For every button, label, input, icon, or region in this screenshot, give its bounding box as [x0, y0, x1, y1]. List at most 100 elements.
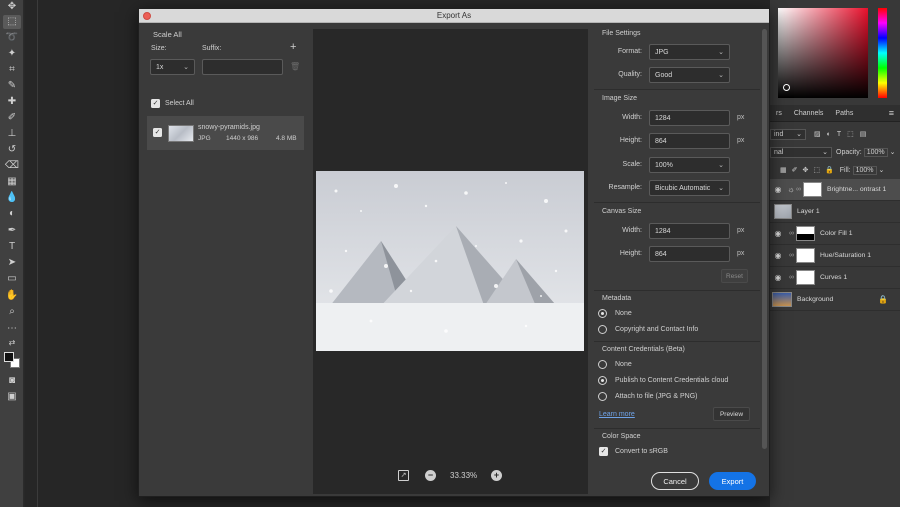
path-selection-tool-icon[interactable]: ➤: [3, 256, 21, 270]
tab-layers[interactable]: rs: [770, 110, 788, 117]
color-picker-field[interactable]: [778, 8, 868, 98]
opacity-value[interactable]: 100%: [863, 147, 888, 157]
credentials-none-radio[interactable]: [598, 360, 607, 369]
chevron-down-icon[interactable]: ⌄: [890, 148, 896, 156]
zoom-out-button[interactable]: −: [425, 470, 436, 481]
layer-row-hue-saturation[interactable]: ◉ ∞ Hue/Saturation 1: [770, 245, 900, 267]
export-button[interactable]: Export: [709, 472, 756, 490]
select-all-checkbox[interactable]: ✓: [151, 99, 160, 108]
fit-to-view-icon[interactable]: ↗: [398, 470, 409, 481]
visibility-eye-icon[interactable]: ◉: [770, 229, 786, 238]
pen-tool-icon[interactable]: ✒: [3, 224, 21, 238]
lock-all-icon[interactable]: 🔒: [825, 166, 834, 174]
lock-move-icon[interactable]: ✥: [803, 166, 809, 174]
crop-tool-icon[interactable]: ⌗: [3, 63, 21, 77]
layer-mask-thumbnail[interactable]: [796, 248, 815, 263]
tab-paths[interactable]: Paths: [829, 110, 859, 117]
eraser-tool-icon[interactable]: ⌫: [3, 159, 21, 173]
dialog-titlebar[interactable]: Export As: [139, 9, 769, 23]
file-checkbox[interactable]: ✓: [153, 128, 162, 137]
cancel-button[interactable]: Cancel: [651, 472, 699, 490]
more-tools-icon[interactable]: ⋯: [3, 322, 21, 336]
canvas-width-input[interactable]: 1284: [649, 223, 730, 239]
magic-wand-tool-icon[interactable]: ✦: [3, 47, 21, 61]
hue-slider[interactable]: [878, 8, 887, 98]
scale-select[interactable]: 100% ⌄: [649, 157, 730, 173]
metadata-heading: Metadata: [602, 295, 632, 302]
layer-mask-thumbnail[interactable]: [803, 182, 822, 197]
filter-pixel-icon[interactable]: ▨: [814, 130, 821, 138]
healing-brush-tool-icon[interactable]: ✚: [3, 95, 21, 109]
chevron-down-icon[interactable]: ⌄: [879, 166, 885, 174]
reset-button[interactable]: Reset: [721, 269, 748, 283]
dodge-tool-icon[interactable]: ◐: [3, 207, 21, 221]
visibility-eye-icon[interactable]: ◉: [770, 251, 786, 260]
size-label: Size:: [151, 45, 167, 52]
stamp-tool-icon[interactable]: ⊥: [3, 127, 21, 141]
chevron-down-icon: ⌄: [718, 72, 724, 79]
filter-smart-icon[interactable]: ▤: [860, 130, 867, 138]
settings-scrollbar[interactable]: [762, 29, 767, 449]
layer-kind-select[interactable]: ind ⌄: [770, 128, 806, 140]
format-select[interactable]: JPG ⌄: [649, 44, 730, 60]
filter-shape-icon[interactable]: ⬚: [847, 130, 854, 138]
tab-channels[interactable]: Channels: [788, 110, 830, 117]
layer-row-color-fill[interactable]: ◉ ∞ Color Fill 1: [770, 223, 900, 245]
learn-more-link[interactable]: Learn more: [599, 411, 635, 418]
move-tool-icon[interactable]: ✥: [3, 0, 21, 14]
blur-tool-icon[interactable]: 💧: [3, 191, 21, 205]
credentials-attach-radio[interactable]: [598, 392, 607, 401]
layer-row-brightness-contrast[interactable]: ◉ ☼ ∞ Brightne... ontrast 1: [770, 179, 900, 201]
metadata-none-radio[interactable]: [598, 309, 607, 318]
filter-type-icon[interactable]: T: [837, 131, 841, 138]
lock-transparent-icon[interactable]: ▦: [780, 166, 787, 174]
trash-icon[interactable]: 🗑: [290, 62, 300, 71]
color-picker-handle[interactable]: [783, 84, 790, 91]
type-tool-icon[interactable]: T: [3, 240, 21, 254]
filter-adjustment-icon[interactable]: ◐: [827, 131, 831, 138]
visibility-eye-icon[interactable]: ◉: [770, 185, 786, 194]
lock-artboard-icon[interactable]: ⬚: [813, 166, 820, 174]
add-scale-button[interactable]: +: [290, 41, 296, 53]
layer-row-curves[interactable]: ◉ ∞ Curves 1: [770, 267, 900, 289]
layer-mask-thumbnail[interactable]: [796, 226, 815, 241]
image-height-input[interactable]: 864: [649, 133, 730, 149]
rectangle-tool-icon[interactable]: ▭: [3, 272, 21, 286]
screen-mode-icon[interactable]: ▣: [3, 390, 21, 404]
fill-value[interactable]: 100%: [852, 165, 877, 175]
gradient-tool-icon[interactable]: ▦: [3, 175, 21, 189]
foreground-color-swatch[interactable]: [4, 352, 14, 362]
layer-kind-value: ind: [774, 130, 784, 138]
zoom-tool-icon[interactable]: ⌕: [3, 305, 21, 319]
panel-menu-icon[interactable]: ≡: [883, 108, 900, 118]
eyedropper-tool-icon[interactable]: ✎: [3, 79, 21, 93]
lasso-tool-icon[interactable]: ➰: [3, 31, 21, 45]
scale-size-select[interactable]: 1x ⌄: [150, 59, 195, 75]
resample-select[interactable]: Bicubic Automatic ⌄: [649, 180, 730, 196]
marquee-tool-icon[interactable]: ⬚: [3, 15, 21, 29]
layer-thumbnail[interactable]: [774, 204, 792, 219]
convert-srgb-checkbox[interactable]: ✓: [599, 447, 608, 456]
layer-thumbnail[interactable]: [772, 292, 792, 307]
preview-button[interactable]: Preview: [713, 407, 750, 421]
zoom-in-button[interactable]: +: [491, 470, 502, 481]
image-width-input[interactable]: 1284: [649, 110, 730, 126]
quick-mask-icon[interactable]: ◙: [3, 374, 21, 388]
export-preview[interactable]: ↗ − 33.33% +: [313, 29, 588, 494]
credentials-publish-radio[interactable]: [598, 376, 607, 385]
lock-brush-icon[interactable]: ✐: [792, 166, 798, 174]
layer-row-layer-1[interactable]: Layer 1: [770, 201, 900, 223]
brush-tool-icon[interactable]: ✐: [3, 111, 21, 125]
metadata-copyright-radio[interactable]: [598, 325, 607, 334]
visibility-eye-icon[interactable]: ◉: [770, 273, 786, 282]
file-list-item[interactable]: ✓ snowy-pyramids.jpg JPG 1440 x 986 4.8 …: [147, 116, 304, 150]
layer-row-background[interactable]: Background 🔒: [770, 289, 900, 311]
suffix-input[interactable]: [202, 59, 283, 75]
history-brush-tool-icon[interactable]: ↺: [3, 143, 21, 157]
swap-colors-icon[interactable]: ⇄: [3, 336, 21, 350]
canvas-height-input[interactable]: 864: [649, 246, 730, 262]
blend-mode-select[interactable]: nal ⌄: [770, 146, 832, 158]
hand-tool-icon[interactable]: ✋: [3, 289, 21, 303]
layer-mask-thumbnail[interactable]: [796, 270, 815, 285]
quality-select[interactable]: Good ⌄: [649, 67, 730, 83]
